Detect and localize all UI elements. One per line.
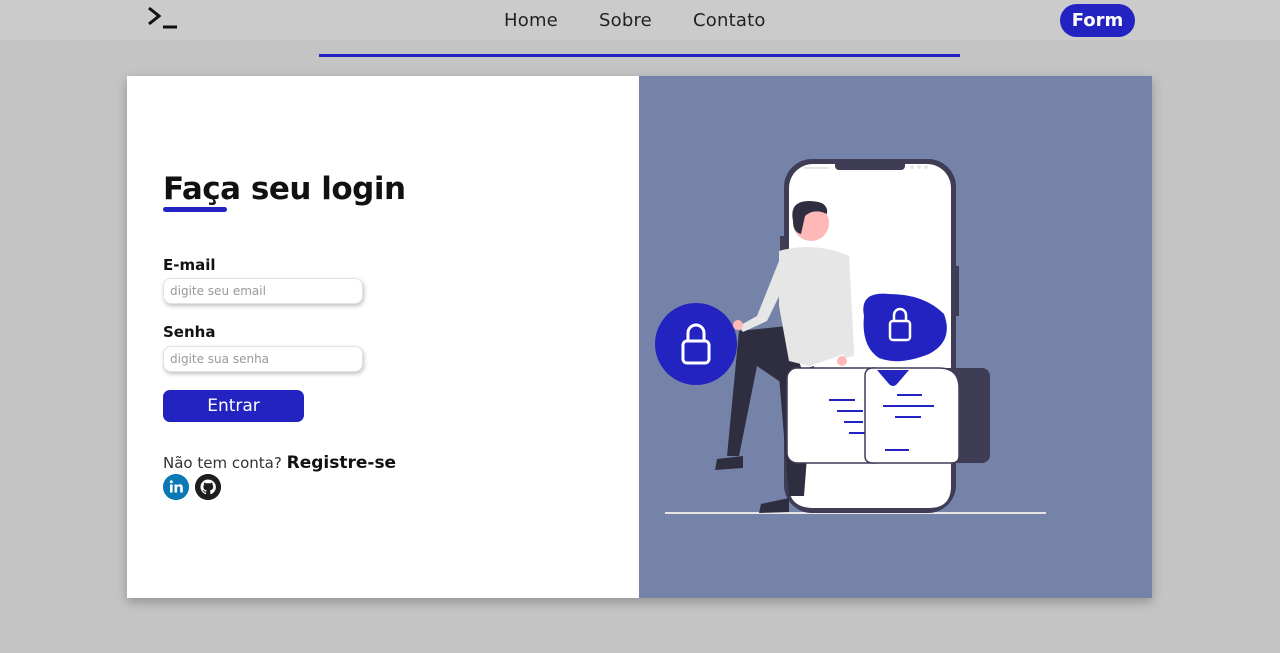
nav-underline xyxy=(319,54,960,57)
password-field[interactable] xyxy=(163,346,363,372)
nav-link-sobre[interactable]: Sobre xyxy=(599,10,652,31)
register-line: Não tem conta? Registre-se xyxy=(163,453,396,473)
linkedin-icon[interactable] xyxy=(163,474,189,500)
nav-link-home[interactable]: Home xyxy=(504,10,558,31)
email-label: E-mail xyxy=(163,256,216,274)
nav-link-contato[interactable]: Contato xyxy=(693,10,766,31)
login-button[interactable]: Entrar xyxy=(163,390,304,422)
register-prompt: Não tem conta? xyxy=(163,454,282,472)
title-underline xyxy=(163,207,227,212)
register-link[interactable]: Registre-se xyxy=(287,453,396,473)
password-label: Senha xyxy=(163,323,216,341)
login-card: Faça seu login E-mail Senha Entrar Não t… xyxy=(127,76,1152,598)
navbar: Home Sobre Contato Form xyxy=(0,0,1280,40)
page-title: Faça seu login xyxy=(163,171,406,207)
login-form-panel: Faça seu login E-mail Senha Entrar Não t… xyxy=(127,76,639,598)
github-icon[interactable] xyxy=(195,474,221,500)
illustration-panel xyxy=(639,76,1152,598)
login-illustration xyxy=(655,159,1046,514)
form-button[interactable]: Form xyxy=(1060,4,1135,37)
email-field[interactable] xyxy=(163,278,363,304)
